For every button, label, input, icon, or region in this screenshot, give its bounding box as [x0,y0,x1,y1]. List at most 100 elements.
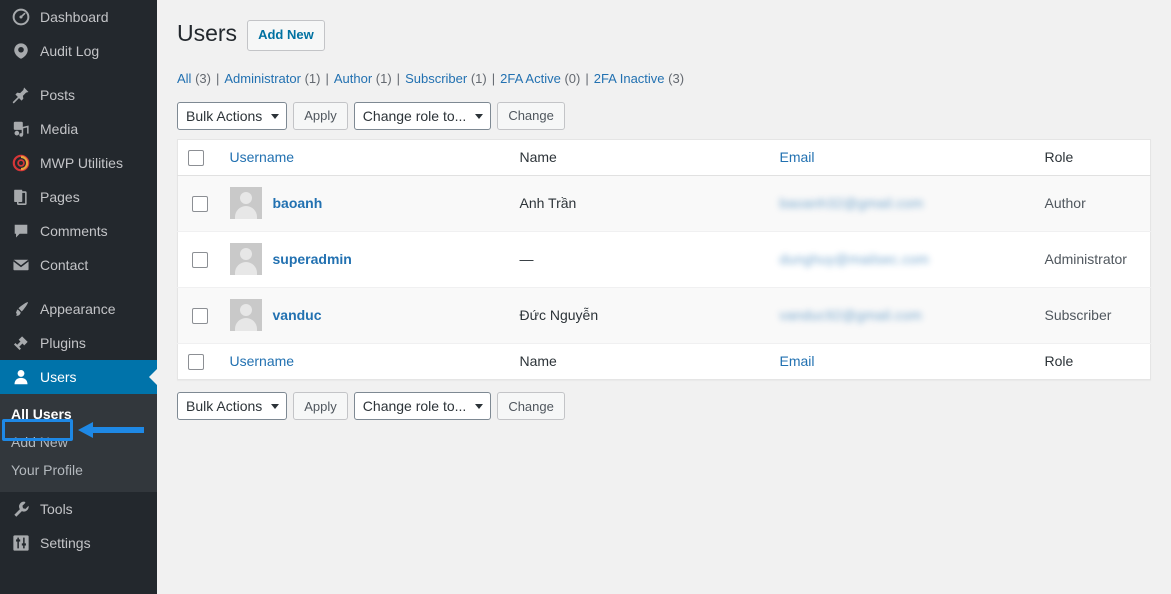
filter-divider: | [211,71,224,86]
filter-all[interactable]: All (3)| [177,71,224,86]
column-link-username[interactable]: Username [230,353,295,369]
filter-subscriber[interactable]: Subscriber (1)| [405,71,500,86]
email-link-redacted[interactable]: dunghuy@mailsec.com [780,251,930,267]
email-link-redacted[interactable]: vanduc92@gmail.com [780,307,922,323]
column-label-role: Role [1045,149,1074,165]
column-footer-name: Name [510,343,770,379]
column-header-email[interactable]: Email [770,139,1035,175]
plug-icon [11,333,31,353]
row-role-cell: Administrator [1035,231,1151,287]
filter-link[interactable]: All [177,71,191,86]
sidebar-item-plugins[interactable]: Plugins [0,326,157,360]
comments-icon [11,221,31,241]
row-checkbox[interactable] [192,196,208,212]
sidebar-item-label: Contact [40,258,88,272]
column-link-email[interactable]: Email [780,149,815,165]
sidebar-item-contact[interactable]: Contact [0,248,157,282]
change-role-select-bottom[interactable]: Change role to... [354,392,492,420]
filter-link[interactable]: Subscriber [405,71,467,86]
username-link[interactable]: baoanh [273,195,323,211]
table-body: baoanh Anh Trần baoanh32@gmail.com Autho… [178,175,1151,343]
sidebar-item-media[interactable]: Media [0,112,157,146]
filter-link[interactable]: Author [334,71,372,86]
row-checkbox[interactable] [192,308,208,324]
submenu-item-label: Your Profile [11,462,83,478]
row-email-cell: baoanh32@gmail.com [770,175,1035,231]
wrench-icon [11,499,31,519]
row-email-cell: dunghuy@mailsec.com [770,231,1035,287]
tablenav-bottom: Bulk Actions Apply Change role to... Cha… [177,392,1151,420]
audit-log-icon [11,41,31,61]
table-row[interactable]: baoanh Anh Trần baoanh32@gmail.com Autho… [178,175,1151,231]
apply-button-bottom[interactable]: Apply [293,392,348,420]
filter-link[interactable]: Administrator [224,71,301,86]
dashboard-icon [11,7,31,27]
row-checkbox-cell [178,231,220,287]
column-footer-email[interactable]: Email [770,343,1035,379]
column-footer-role: Role [1035,343,1151,379]
table-foot: Username Name Email Role [178,343,1151,379]
add-new-button[interactable]: Add New [247,20,325,51]
bulk-actions-value: Bulk Actions [186,398,262,414]
username-link[interactable]: vanduc [273,307,322,323]
row-username-cell: superadmin [220,231,510,287]
select-all-checkbox-top[interactable] [188,150,204,166]
column-label-name: Name [520,149,557,165]
table-row[interactable]: vanduc Đức Nguyễn vanduc92@gmail.com Sub… [178,287,1151,343]
select-all-checkbox-bottom[interactable] [188,354,204,370]
sidebar-item-pages[interactable]: Pages [0,180,157,214]
sidebar-item-tools[interactable]: Tools [0,492,157,526]
filter-author[interactable]: Author (1)| [334,71,405,86]
bulk-actions-select-bottom[interactable]: Bulk Actions [177,392,287,420]
filter-link[interactable]: 2FA Active [500,71,561,86]
sliders-icon [11,533,31,553]
sidebar-divider [0,282,157,292]
table-row[interactable]: superadmin — dunghuy@mailsec.com Adminis… [178,231,1151,287]
sidebar-item-dashboard[interactable]: Dashboard [0,0,157,34]
sidebar-item-comments[interactable]: Comments [0,214,157,248]
submenu-item-your-profile[interactable]: Your Profile [0,456,157,484]
row-name-cell: Anh Trần [510,175,770,231]
row-checkbox[interactable] [192,252,208,268]
submenu-item-label: Add New [11,434,68,450]
change-role-value: Change role to... [363,398,467,414]
username-link[interactable]: superadmin [273,251,352,267]
column-footer-username[interactable]: Username [220,343,510,379]
change-role-select-top[interactable]: Change role to... [354,102,492,130]
filter-link[interactable]: 2FA Inactive [594,71,665,86]
row-email-cell: vanduc92@gmail.com [770,287,1035,343]
apply-button-top[interactable]: Apply [293,102,348,130]
status-filter-links: All (3)|Administrator (1)|Author (1)|Sub… [177,66,1151,92]
sidebar-item-label: Tools [40,502,73,516]
row-checkbox-cell [178,175,220,231]
email-link-redacted[interactable]: baoanh32@gmail.com [780,195,924,211]
filter-2fa-active[interactable]: 2FA Active (0)| [500,71,594,86]
sidebar-item-mwp-utilities[interactable]: MWP Utilities [0,146,157,180]
table-head: Username Name Email Role [178,139,1151,175]
change-button-bottom[interactable]: Change [497,392,565,420]
submenu-item-all-users[interactable]: All Users [0,400,157,428]
filter-2fa-inactive[interactable]: 2FA Inactive (3) [594,71,684,86]
sidebar-item-appearance[interactable]: Appearance [0,292,157,326]
sidebar-divider [0,68,157,78]
chevron-down-icon [271,404,279,409]
filter-divider: | [320,71,333,86]
filter-administrator[interactable]: Administrator (1)| [224,71,333,86]
page-header: Users Add New [177,10,1151,50]
sidebar-item-label: Media [40,122,78,136]
sidebar-item-posts[interactable]: Posts [0,78,157,112]
sidebar-item-label: MWP Utilities [40,156,123,170]
bulk-actions-select-top[interactable]: Bulk Actions [177,102,287,130]
submenu-item-add-new[interactable]: Add New [0,428,157,456]
column-header-role: Role [1035,139,1151,175]
sidebar-item-users[interactable]: Users [0,360,157,394]
change-button-top[interactable]: Change [497,102,565,130]
sidebar-item-label: Settings [40,536,91,550]
chevron-down-icon [271,114,279,119]
sidebar-item-audit-log[interactable]: Audit Log [0,34,157,68]
column-header-username[interactable]: Username [220,139,510,175]
sidebar-item-settings[interactable]: Settings [0,526,157,560]
column-header-name: Name [510,139,770,175]
column-link-email[interactable]: Email [780,353,815,369]
column-link-username[interactable]: Username [230,149,295,165]
